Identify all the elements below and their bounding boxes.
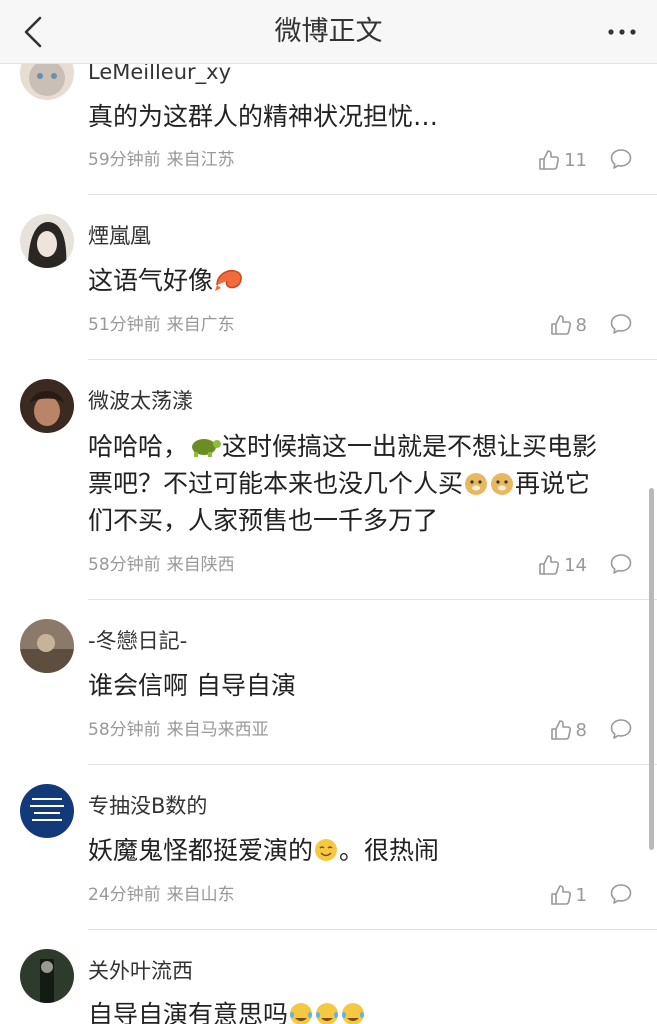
- thumbs-up-icon: [550, 885, 571, 905]
- comment-username[interactable]: 煙嵐凰: [88, 222, 151, 250]
- comment-username[interactable]: 关外叶流西: [88, 957, 193, 985]
- comment-username[interactable]: 微波太荡漾: [88, 387, 193, 415]
- divider: [88, 194, 657, 195]
- comment-meta: 51分钟前 来自广东: [88, 315, 235, 335]
- like-button[interactable]: 14: [538, 552, 587, 578]
- comment-bubble-icon[interactable]: [609, 312, 633, 336]
- comment-text-line-2: 票吧？不过可能本来也没几个人买 再说它: [88, 469, 591, 498]
- avatar[interactable]: [20, 619, 74, 673]
- like-button[interactable]: 1: [550, 882, 587, 908]
- more-button[interactable]: [605, 14, 639, 50]
- divider: [88, 359, 657, 360]
- divider: [88, 599, 657, 600]
- comment-meta: 58分钟前 来自陕西: [88, 555, 235, 575]
- thumbs-up-icon: [539, 555, 560, 575]
- comment-bubble-icon[interactable]: [609, 147, 633, 171]
- comment-text: 自导自演有意思吗: [88, 994, 643, 1024]
- divider: [88, 929, 657, 930]
- thumbs-up-icon: [550, 720, 571, 740]
- like-button[interactable]: 11: [538, 147, 587, 173]
- page-title: 微博正文: [274, 16, 383, 47]
- laugh-cry-emoji-icon: [290, 1003, 313, 1024]
- like-count: 1: [575, 884, 587, 906]
- like-button[interactable]: 8: [550, 717, 587, 743]
- comment-username[interactable]: -冬戀日記-: [88, 627, 187, 655]
- turtle-emoji-icon: [192, 439, 222, 457]
- nav-bar: 微博正文: [0, 0, 657, 64]
- comment-bubble-icon[interactable]: [609, 717, 633, 741]
- comment-text: 这语气好像: [88, 260, 643, 302]
- avatar[interactable]: [20, 214, 74, 268]
- avatar[interactable]: [20, 784, 74, 838]
- comment-text-line-1: 哈哈哈， 这时候搞这一出就是不想让买电影: [88, 432, 598, 461]
- laugh-cry-emoji-icon: [316, 1003, 339, 1024]
- like-count: 11: [564, 149, 587, 171]
- laugh-cry-emoji-icon: [342, 1003, 365, 1024]
- doge-emoji-icon: [491, 473, 514, 495]
- like-count: 14: [564, 554, 587, 576]
- shrimp-emoji-icon: [215, 269, 242, 291]
- ellipsis-icon: [608, 29, 636, 35]
- like-count: 8: [575, 314, 587, 336]
- comment-bubble-icon[interactable]: [609, 552, 633, 576]
- smile-emoji-icon: [315, 839, 338, 861]
- comment-bubble-icon[interactable]: [609, 882, 633, 906]
- comment-username[interactable]: 专抽没B数的: [88, 792, 207, 820]
- comment-text: 妖魔鬼怪都挺爱演的 。很热闹: [88, 836, 440, 865]
- scrollbar[interactable]: [649, 488, 654, 850]
- comment-meta: 59分钟前 来自江苏: [88, 150, 235, 170]
- comment-text: 谁会信啊 自导自演: [88, 671, 296, 700]
- avatar[interactable]: [20, 379, 74, 433]
- divider: [88, 764, 657, 765]
- like-button[interactable]: 8: [550, 312, 587, 338]
- thumbs-up-icon: [550, 315, 571, 335]
- comment-meta: 24分钟前 来自山东: [88, 885, 235, 905]
- comment-text: 真的为这群人的精神状况担忧…: [88, 102, 439, 131]
- like-count: 8: [575, 719, 587, 741]
- avatar[interactable]: [20, 949, 74, 1003]
- comment-meta: 58分钟前 来自马来西亚: [88, 720, 269, 740]
- comment-text-line-3: 们不买，人家预售也一千多万了: [88, 506, 439, 535]
- thumbs-up-icon: [539, 150, 560, 170]
- doge-emoji-icon: [465, 473, 488, 495]
